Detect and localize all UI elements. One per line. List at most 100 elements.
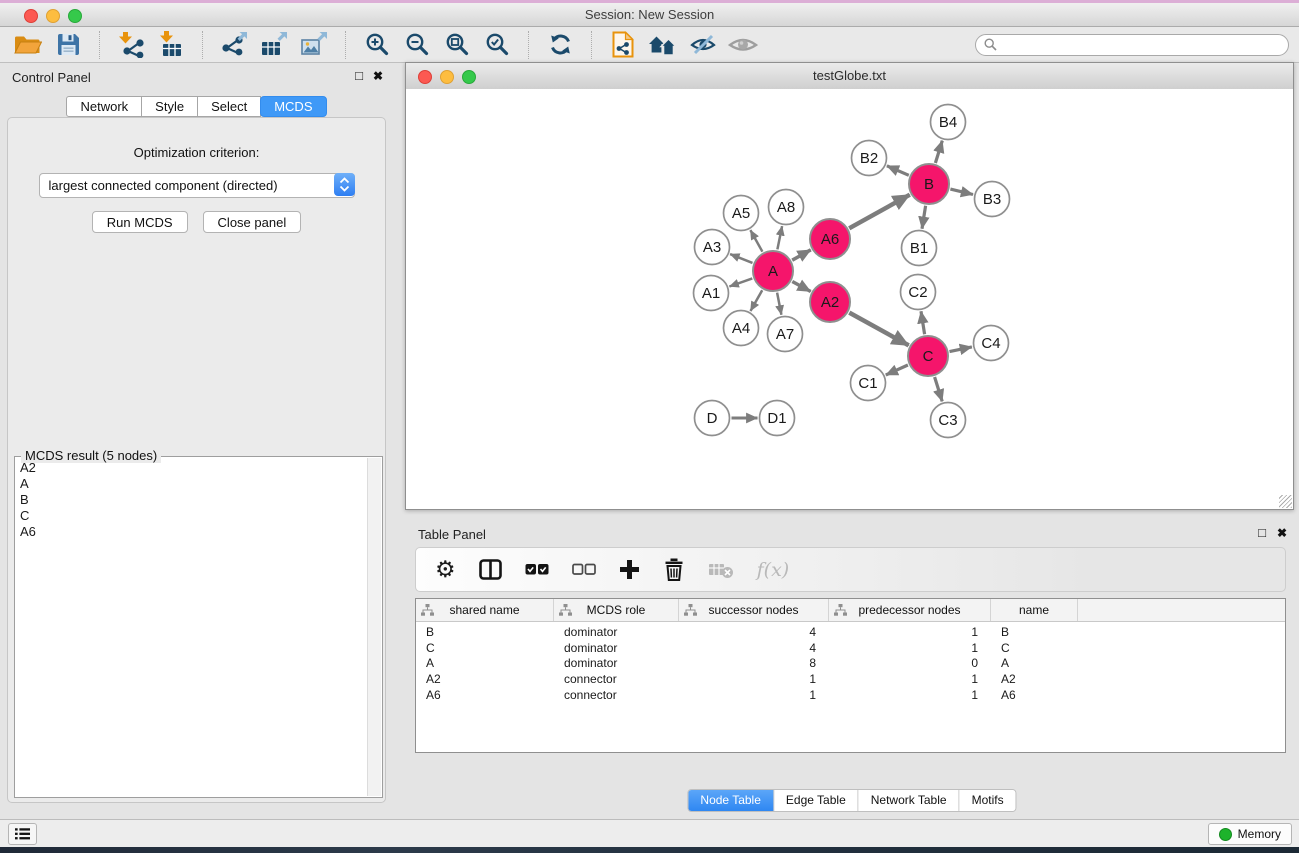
select-all-columns-button[interactable] — [525, 563, 549, 576]
result-item[interactable]: A — [20, 476, 362, 492]
column-header-successor-nodes[interactable]: successor nodes — [679, 599, 829, 621]
graph-node-A2[interactable]: A2 — [810, 282, 850, 322]
tab-mcds[interactable]: MCDS — [260, 96, 326, 117]
graph-node-B1[interactable]: B1 — [902, 231, 937, 266]
tab-motifs[interactable]: Motifs — [960, 790, 1016, 811]
graph-edge-A-A8[interactable] — [777, 226, 782, 249]
table-row[interactable]: A6connector11A6 — [416, 687, 1285, 703]
export-network-button[interactable] — [218, 29, 250, 61]
graph-edge-C-C3[interactable] — [935, 377, 943, 401]
cell-successor-nodes[interactable]: 4 — [679, 625, 829, 639]
result-item[interactable]: A6 — [20, 524, 362, 540]
export-table-button[interactable] — [258, 29, 290, 61]
float-table-panel-icon[interactable]: □ — [1258, 526, 1266, 540]
close-control-panel-icon[interactable]: ✖ — [373, 69, 383, 83]
tab-style[interactable]: Style — [141, 96, 198, 117]
graph-edge-A-A7[interactable] — [777, 293, 781, 315]
cell-name[interactable]: A — [991, 656, 1078, 670]
import-table-button[interactable] — [155, 29, 187, 61]
cell-successor-nodes[interactable]: 8 — [679, 656, 829, 670]
graph-node-C[interactable]: C — [908, 336, 948, 376]
graph-edge-A2-C[interactable] — [849, 313, 908, 346]
network-canvas[interactable]: B4B2BB3A5A8A6A3AB1A1C2A2A4A7CC4C1C3DD1 — [406, 89, 1293, 509]
graph-edge-B-B3[interactable] — [950, 189, 973, 194]
graph-edge-A-A6[interactable] — [792, 250, 811, 260]
search-input[interactable] — [1002, 37, 1280, 53]
table-row[interactable]: Adominator80A — [416, 656, 1285, 672]
panel-selector-button[interactable] — [8, 823, 37, 845]
function-builder-button[interactable]: f(x) — [757, 559, 790, 581]
graph-node-A7[interactable]: A7 — [768, 317, 803, 352]
graph-node-C4[interactable]: C4 — [974, 326, 1009, 361]
graph-node-B4[interactable]: B4 — [931, 105, 966, 140]
export-image-button[interactable] — [298, 29, 330, 61]
table-row[interactable]: Cdominator41C — [416, 640, 1285, 656]
cell-MCDS-role[interactable]: dominator — [554, 625, 679, 639]
table-settings-button[interactable]: ⚙ — [435, 558, 456, 581]
cell-predecessor-nodes[interactable]: 1 — [829, 625, 991, 639]
cell-shared-name[interactable]: A — [416, 656, 554, 670]
result-item[interactable]: A2 — [20, 460, 362, 476]
delete-columns-button[interactable] — [663, 558, 685, 581]
cell-predecessor-nodes[interactable]: 1 — [829, 641, 991, 655]
cell-shared-name[interactable]: A6 — [416, 688, 554, 702]
graph-edge-C-C2[interactable] — [921, 311, 925, 334]
cell-predecessor-nodes[interactable]: 0 — [829, 656, 991, 670]
graph-node-A6[interactable]: A6 — [810, 219, 850, 259]
delete-table-button[interactable] — [708, 561, 734, 579]
cell-name[interactable]: A2 — [991, 672, 1078, 686]
cell-shared-name[interactable]: A2 — [416, 672, 554, 686]
graph-node-A1[interactable]: A1 — [694, 276, 729, 311]
cell-successor-nodes[interactable]: 4 — [679, 641, 829, 655]
hide-panels-button[interactable] — [687, 29, 719, 61]
unselect-all-columns-button[interactable] — [572, 563, 596, 576]
graph-node-B[interactable]: B — [909, 164, 949, 204]
network-window-titlebar[interactable]: testGlobe.txt — [406, 63, 1293, 90]
graph-node-D1[interactable]: D1 — [760, 401, 795, 436]
show-panels-button[interactable] — [727, 29, 759, 61]
show-columns-button[interactable] — [479, 559, 502, 580]
close-table-panel-icon[interactable]: ✖ — [1277, 526, 1287, 540]
zoom-fit-button[interactable] — [441, 29, 473, 61]
open-session-button[interactable] — [12, 29, 44, 61]
cell-shared-name[interactable]: C — [416, 641, 554, 655]
column-header-predecessor-nodes[interactable]: predecessor nodes — [829, 599, 991, 621]
float-control-panel-icon[interactable]: □ — [355, 69, 363, 83]
tab-edge-table[interactable]: Edge Table — [774, 790, 859, 811]
cell-successor-nodes[interactable]: 1 — [679, 672, 829, 686]
graph-node-C1[interactable]: C1 — [851, 366, 886, 401]
cell-name[interactable]: B — [991, 625, 1078, 639]
graph-node-A8[interactable]: A8 — [769, 190, 804, 225]
graph-edge-A-A2[interactable] — [792, 282, 810, 292]
cell-shared-name[interactable]: B — [416, 625, 554, 639]
graph-edge-A-A5[interactable] — [750, 230, 762, 252]
create-column-button[interactable] — [619, 559, 640, 580]
cell-MCDS-role[interactable]: dominator — [554, 656, 679, 670]
graph-edge-A-A1[interactable] — [729, 278, 752, 286]
column-header-name[interactable]: name — [991, 599, 1078, 621]
graph-node-A[interactable]: A — [753, 251, 793, 291]
criterion-dropdown[interactable]: largest connected component (directed) — [39, 173, 355, 198]
graph-node-A4[interactable]: A4 — [724, 311, 759, 346]
zoom-in-button[interactable] — [361, 29, 393, 61]
column-header-MCDS-role[interactable]: MCDS role — [554, 599, 679, 621]
cell-predecessor-nodes[interactable]: 1 — [829, 672, 991, 686]
tab-select[interactable]: Select — [197, 96, 261, 117]
graph-edge-C-C1[interactable] — [886, 365, 908, 375]
cell-MCDS-role[interactable]: dominator — [554, 641, 679, 655]
zoom-selected-button[interactable] — [481, 29, 513, 61]
tab-network-table[interactable]: Network Table — [859, 790, 960, 811]
cell-name[interactable]: C — [991, 641, 1078, 655]
result-item[interactable]: C — [20, 508, 362, 524]
resize-grip-icon[interactable] — [1279, 495, 1292, 508]
graph-node-C3[interactable]: C3 — [931, 403, 966, 438]
tab-node-table[interactable]: Node Table — [688, 790, 774, 811]
network-graph[interactable]: B4B2BB3A5A8A6A3AB1A1C2A2A4A7CC4C1C3DD1 — [406, 89, 1293, 509]
zoom-out-button[interactable] — [401, 29, 433, 61]
graph-node-A3[interactable]: A3 — [695, 230, 730, 265]
graph-edge-A-A4[interactable] — [751, 290, 763, 311]
table-row[interactable]: A2connector11A2 — [416, 671, 1285, 687]
graph-node-D[interactable]: D — [695, 401, 730, 436]
save-session-button[interactable] — [52, 29, 84, 61]
new-network-button[interactable] — [607, 29, 639, 61]
